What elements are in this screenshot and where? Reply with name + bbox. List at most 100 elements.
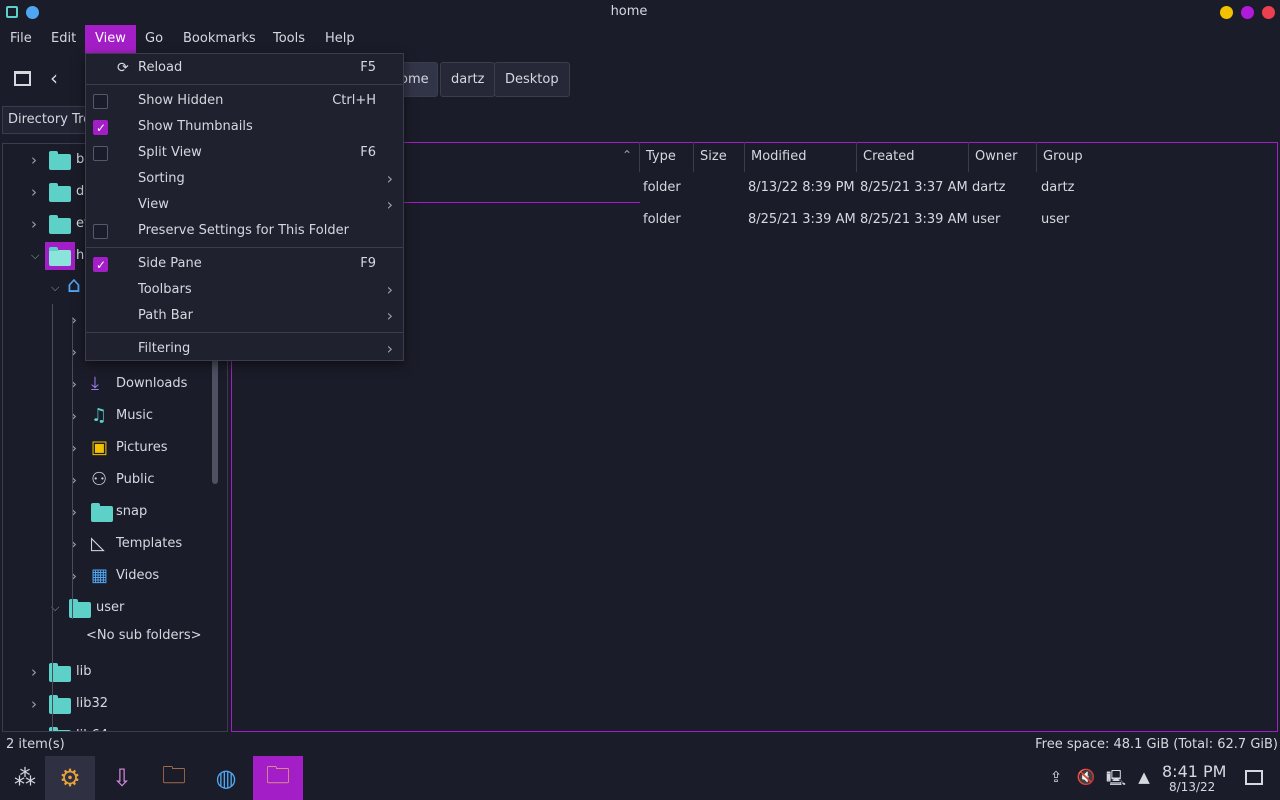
chevron-right-icon[interactable]: › (31, 656, 37, 688)
tree-item[interactable]: › ▦ Videos (3, 560, 213, 592)
table-cell: user (1041, 212, 1070, 227)
app-launcher-icon[interactable]: ⁂ (0, 756, 50, 800)
tree-item[interactable]: › ⤓ Downloads (3, 368, 213, 400)
menu-item-show-hidden[interactable]: Show Hidden Ctrl+H (86, 88, 403, 114)
table-cell: user (972, 212, 1001, 227)
menu-bookmarks[interactable]: Bookmarks (173, 25, 266, 53)
network-icon[interactable]: 🖳 (1106, 768, 1126, 788)
menu-go[interactable]: Go (135, 25, 173, 53)
menu-item-split-view[interactable]: Split View F6 (86, 140, 403, 166)
tree-item-label: Public (116, 472, 155, 487)
volume-muted-icon[interactable]: 🔇 (1076, 768, 1096, 788)
menu-file[interactable]: File (0, 25, 42, 53)
menu-item-sorting[interactable]: Sorting › (86, 166, 403, 192)
menu-item-filtering[interactable]: Filtering › (86, 336, 403, 362)
tree-item[interactable]: <No sub folders> (3, 624, 213, 656)
file-manager-icon[interactable]: 🗀 (149, 756, 199, 800)
table-cell: 8/25/21 3:39 AM (860, 212, 968, 227)
tree-item-label: Pictures (116, 440, 168, 455)
chevron-right-icon: › (386, 169, 393, 188)
checkbox-split-view[interactable] (93, 146, 108, 161)
column-header-group[interactable]: Group (1037, 142, 1277, 172)
menu-item-label: Side Pane (138, 256, 202, 271)
menu-item-show-thumbnails[interactable]: Show Thumbnails (86, 114, 403, 141)
status-free-space: Free space: 48.1 GiB (Total: 62.7 GiB) (1035, 737, 1278, 752)
tree-item-label: Downloads (116, 376, 188, 391)
close-button[interactable] (1262, 6, 1275, 19)
status-item-count: 2 item(s) (6, 737, 65, 752)
menu-item-label: Filtering (138, 341, 191, 356)
tree-guide-line (52, 304, 53, 731)
column-header-modified[interactable]: Modified (745, 142, 857, 172)
menu-item-toolbars[interactable]: Toolbars › (86, 277, 403, 303)
menu-item-shortcut: F5 (360, 60, 376, 75)
checkbox-show-thumbnails[interactable] (93, 115, 108, 141)
chevron-down-icon[interactable]: ⌵ (31, 240, 39, 272)
window-title: home (610, 4, 648, 19)
menu-item-label: Split View (138, 145, 202, 160)
title-bar: home (0, 0, 1280, 25)
tree-item[interactable]: › ⚇ Public (3, 464, 213, 496)
tree-item[interactable]: › ♫ Music (3, 400, 213, 432)
chevron-down-icon[interactable]: ⌵ (51, 272, 59, 304)
menu-item-path-bar[interactable]: Path Bar › (86, 303, 403, 329)
tree-item[interactable]: › ▣ Pictures (3, 432, 213, 464)
settings-icon[interactable]: ⚙ (45, 756, 95, 800)
column-header-owner[interactable]: Owner (969, 142, 1037, 172)
menu-item-label: Show Thumbnails (138, 119, 253, 134)
menu-item-label: Reload (138, 60, 183, 75)
column-header-size[interactable]: Size (694, 142, 745, 172)
menu-item-label: Show Hidden (138, 93, 224, 108)
path-button-1[interactable]: dartz (440, 62, 496, 97)
tree-item[interactable]: › ◺ Templates (3, 528, 213, 560)
menu-tools[interactable]: Tools (263, 25, 315, 53)
menu-separator (86, 247, 403, 248)
updates-icon[interactable]: ⇪ (1046, 768, 1066, 788)
active-file-manager-icon[interactable]: 🗀 (253, 756, 303, 800)
show-desktop-icon[interactable] (1245, 770, 1263, 785)
checkbox-show-hidden[interactable] (93, 94, 108, 109)
maximize-button[interactable] (1241, 6, 1254, 19)
tree-item-label: lib32 (76, 696, 109, 711)
checkbox-side-pane[interactable] (93, 252, 108, 278)
menu-item-preserve-settings-for-this-folder[interactable]: Preserve Settings for This Folder (86, 218, 403, 244)
home-icon: ⌂ (67, 273, 81, 298)
new-tab-icon[interactable] (14, 71, 31, 86)
menu-help[interactable]: Help (315, 25, 365, 53)
minimize-button[interactable] (1220, 6, 1233, 19)
tree-item-label: <No sub folders> (86, 628, 202, 643)
clock-time[interactable]: 8:41 PM (1162, 762, 1226, 781)
table-cell: 8/25/21 3:37 AM (860, 180, 968, 195)
tree-item[interactable]: › snap (3, 496, 213, 528)
checkbox-preserve-settings-for-this-folder[interactable] (93, 224, 108, 239)
sort-indicator-icon: ⌃ (622, 148, 633, 162)
menu-item-side-pane[interactable]: Side Pane F9 (86, 251, 403, 278)
chevron-right-icon[interactable]: › (31, 720, 37, 731)
tree-item[interactable]: › lib32 (3, 688, 213, 720)
tree-item[interactable]: › lib64 (3, 720, 213, 731)
public-icon: ⚇ (91, 469, 108, 490)
side-pane-mode-select[interactable]: Directory Tre (2, 106, 90, 134)
table-cell: 8/25/21 3:39 AM (748, 212, 856, 227)
menu-view[interactable]: View (85, 25, 136, 53)
path-button-2[interactable]: Desktop (494, 62, 570, 97)
chevron-right-icon: › (386, 280, 393, 299)
column-header-created[interactable]: Created (857, 142, 969, 172)
menu-item-label: Preserve Settings for This Folder (138, 223, 349, 238)
downloads-icon: ⤓ (91, 373, 99, 394)
reload-icon: ⟳ (117, 60, 129, 76)
templates-icon: ◺ (91, 533, 105, 554)
view-menu: ⟳ Reload F5 Show Hidden Ctrl+H Show Thumbnail… (85, 53, 404, 361)
tray-expand-icon[interactable]: ▲ (1134, 768, 1154, 788)
browser-icon[interactable]: ◍ (201, 756, 251, 800)
tree-item[interactable]: › lib (3, 656, 213, 688)
back-icon[interactable]: ‹ (50, 66, 58, 90)
software-center-icon[interactable]: ⇩ (97, 756, 147, 800)
clock-date[interactable]: 8/13/22 (1169, 780, 1215, 794)
menu-item-reload[interactable]: ⟳ Reload F5 (86, 55, 403, 81)
chevron-right-icon[interactable]: › (31, 688, 37, 720)
menu-bar: File Edit View Go Bookmarks Tools Help (0, 25, 1280, 53)
menu-edit[interactable]: Edit (41, 25, 86, 53)
menu-item-view[interactable]: View › (86, 192, 403, 218)
column-header-type[interactable]: Type (640, 142, 694, 172)
